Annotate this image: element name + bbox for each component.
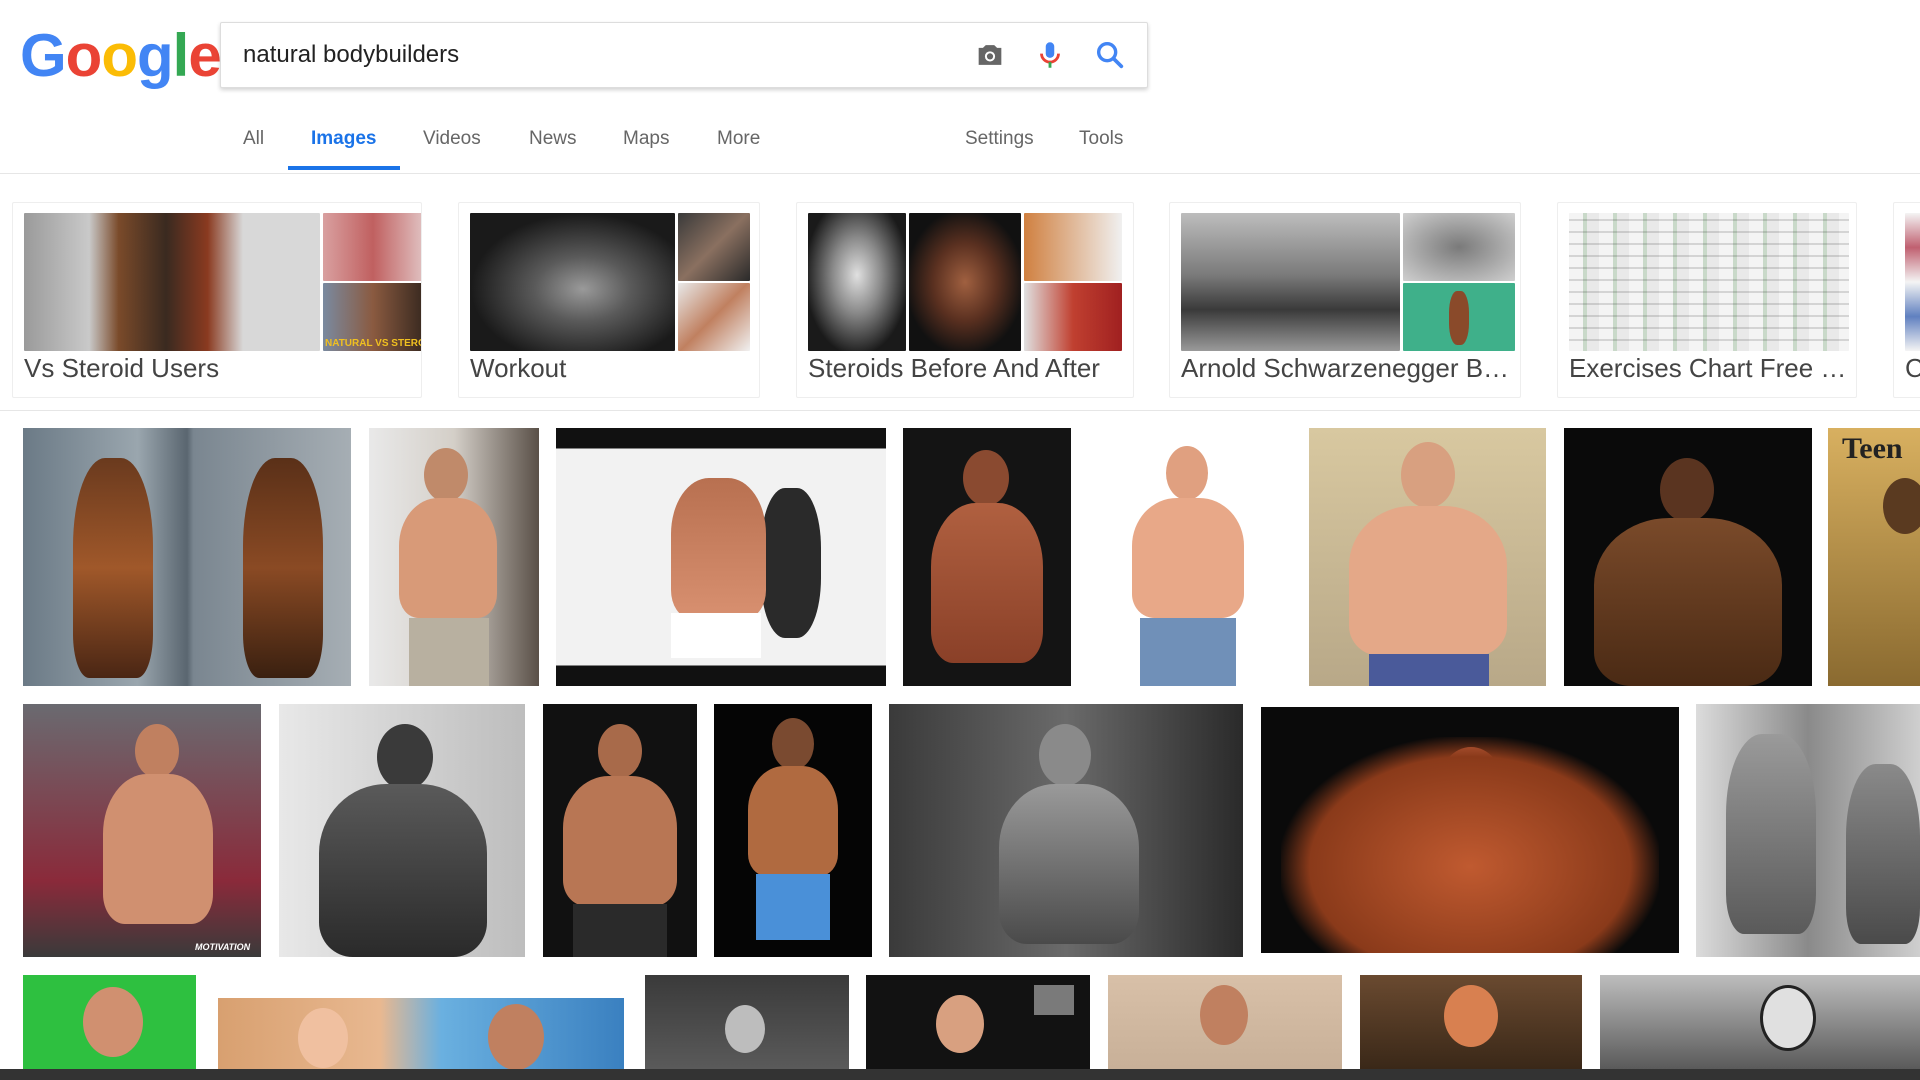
suggestion-thumbnail: [323, 213, 421, 281]
suggestion-chip[interactable]: Arnold Schwarzenegger B…: [1169, 202, 1521, 398]
image-result[interactable]: [1309, 428, 1546, 686]
image-result[interactable]: [714, 704, 872, 957]
suggestion-thumbnail: [470, 213, 675, 351]
microphone-icon[interactable]: [1033, 38, 1067, 72]
suggestion-label: Exercises Chart Free …: [1569, 353, 1847, 383]
search-box: [220, 22, 1148, 88]
logo-letter: o: [65, 22, 103, 89]
logo-letter: g: [136, 22, 174, 89]
image-result[interactable]: [543, 704, 697, 957]
suggestion-thumbnail: [1569, 213, 1849, 351]
suggestion-chip[interactable]: Steroids Before And After: [796, 202, 1134, 398]
logo-letter: l: [172, 22, 190, 89]
suggestion-thumbnail: [1905, 213, 1920, 351]
image-result[interactable]: [556, 428, 886, 686]
thumbnail-caption: NATURAL VS STEROID: [325, 338, 421, 349]
suggestion-chip[interactable]: NATURAL VS STEROID Vs Steroid Users: [12, 202, 422, 398]
search-icon[interactable]: [1093, 38, 1127, 72]
image-result[interactable]: [1564, 428, 1812, 686]
logo-letter: o: [101, 22, 138, 89]
image-result[interactable]: [903, 428, 1071, 686]
suggestion-thumbnail: [808, 213, 906, 351]
image-result[interactable]: [1600, 975, 1920, 1069]
results-divider: [0, 410, 1920, 411]
suggestion-chip[interactable]: Exercises Chart Free …: [1557, 202, 1857, 398]
suggestion-thumbnail: [1403, 283, 1515, 351]
image-result[interactable]: [1108, 975, 1342, 1069]
suggestion-label: Vs Steroid Users: [24, 353, 220, 383]
image-result[interactable]: [645, 975, 849, 1069]
image-result[interactable]: MOTIVATION: [23, 704, 261, 957]
thumbnail-caption: MOTIVATION: [195, 942, 251, 952]
tab-more[interactable]: More: [717, 128, 760, 150]
image-result[interactable]: Teen: [1828, 428, 1920, 686]
suggestion-label: Workout: [470, 353, 567, 383]
suggestion-label: C: [1905, 353, 1920, 384]
suggestion-thumbnail: [909, 213, 1021, 351]
tab-images[interactable]: Images: [311, 128, 376, 150]
image-result[interactable]: [1261, 707, 1679, 953]
suggestion-thumbnail: [24, 213, 320, 351]
window-bottom-edge: [0, 1069, 1920, 1080]
tab-news[interactable]: News: [529, 128, 577, 150]
suggestion-thumbnail: [678, 213, 750, 281]
google-image-results-page: Google All Images Videos News Maps More …: [0, 0, 1920, 1080]
suggestion-chip[interactable]: C: [1893, 202, 1920, 398]
image-result[interactable]: [218, 998, 624, 1069]
image-result[interactable]: [866, 975, 1090, 1069]
image-result[interactable]: [279, 704, 525, 957]
tab-videos[interactable]: Videos: [423, 128, 481, 150]
search-input[interactable]: [243, 23, 943, 87]
tab-settings[interactable]: Settings: [965, 128, 1034, 150]
image-result[interactable]: [1360, 975, 1582, 1069]
suggestion-thumbnail: [1403, 213, 1515, 281]
tab-maps[interactable]: Maps: [623, 128, 669, 150]
suggestion-thumbnail: [678, 283, 750, 351]
tab-all[interactable]: All: [243, 128, 264, 150]
image-result[interactable]: [369, 428, 539, 686]
logo-letter: G: [20, 22, 67, 89]
suggestion-thumbnail: [1024, 213, 1122, 281]
suggestion-label: Arnold Schwarzenegger B…: [1181, 353, 1510, 383]
suggestion-thumbnail: [1024, 283, 1122, 351]
suggestion-thumbnail: [1181, 213, 1400, 351]
image-result[interactable]: [1696, 704, 1920, 957]
tab-tools[interactable]: Tools: [1079, 128, 1123, 150]
suggestion-thumbnail: NATURAL VS STEROID: [323, 283, 421, 351]
suggestion-label: Steroids Before And After: [808, 353, 1100, 383]
image-result[interactable]: [1090, 428, 1286, 686]
camera-icon[interactable]: [973, 38, 1007, 72]
image-result[interactable]: [23, 428, 351, 686]
image-result[interactable]: [23, 975, 196, 1069]
logo-letter: e: [188, 22, 221, 89]
thumbnail-caption: Teen: [1842, 432, 1903, 465]
search-tabs: All Images Videos News Maps More Setting…: [0, 100, 1920, 174]
suggestion-chip[interactable]: Workout: [458, 202, 760, 398]
google-logo[interactable]: Google: [20, 22, 222, 89]
active-tab-indicator: [288, 166, 400, 170]
image-result[interactable]: [889, 704, 1243, 957]
